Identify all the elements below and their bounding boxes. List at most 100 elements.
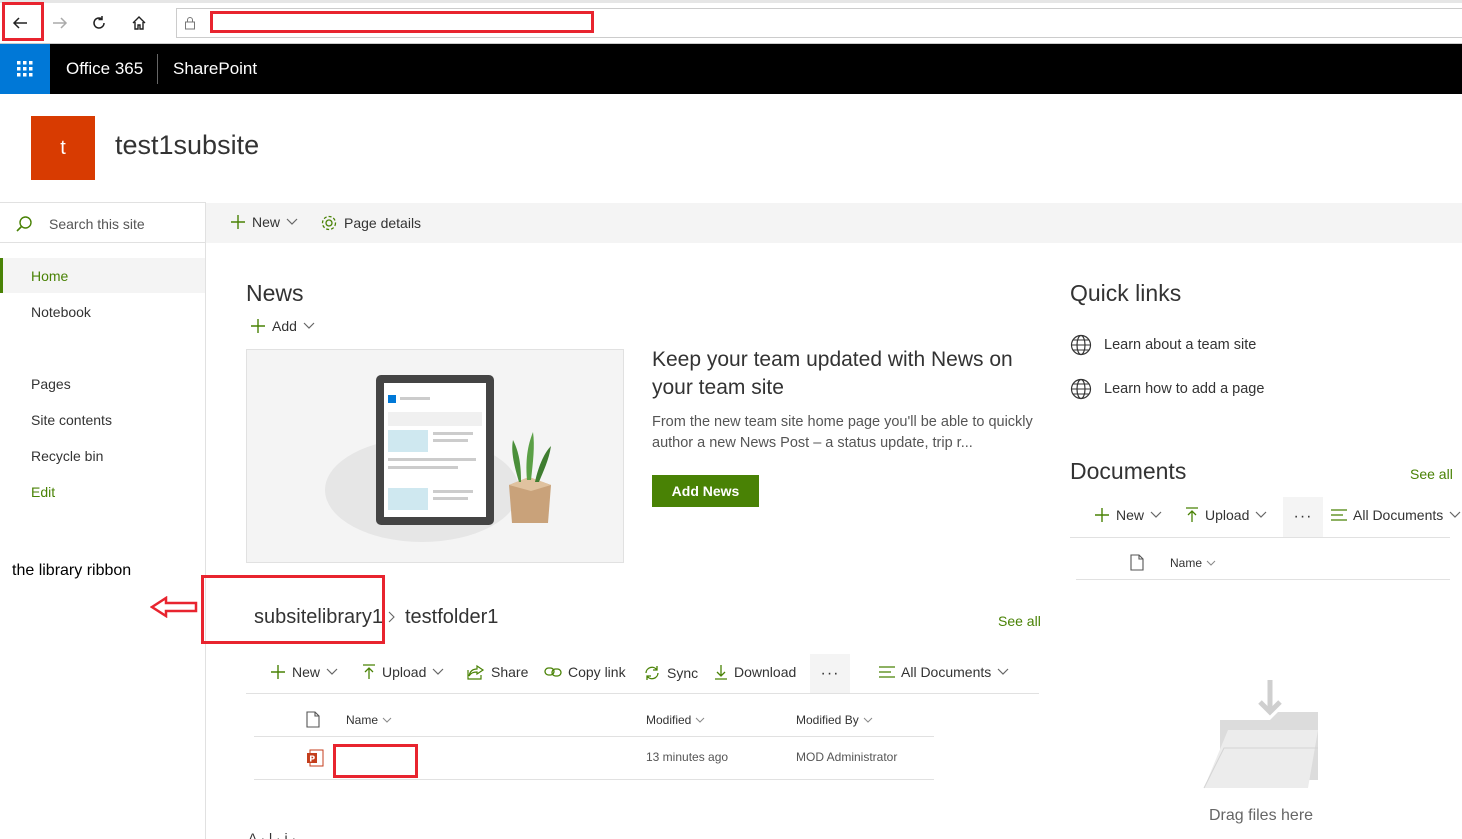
news-add-button[interactable]: Add (250, 318, 315, 334)
library-new-label: New (292, 664, 321, 680)
empty-folder-illustration (1200, 680, 1322, 790)
library-download-button[interactable]: Download (714, 664, 796, 680)
file-modified-by: MOD Administrator (796, 750, 898, 764)
library-new-button[interactable]: New (270, 664, 338, 680)
documents-header-divider (1076, 579, 1450, 580)
chevron-down-icon (997, 668, 1009, 675)
library-toolbar-divider (246, 693, 1039, 694)
library-copy-link-label: Copy link (568, 664, 626, 680)
svg-text:P: P (309, 755, 315, 764)
annotation-box-filename (333, 744, 418, 778)
documents-new-label: New (1116, 507, 1145, 523)
documents-more-button[interactable]: ··· (1283, 497, 1323, 537)
news-headline[interactable]: Keep your team updated with News on your… (652, 346, 1032, 402)
news-description: From the new team site home page you'll … (652, 414, 1033, 451)
nav-item-site-contents[interactable]: Site contents (31, 412, 112, 428)
forward-button[interactable] (44, 7, 76, 39)
quick-link-1[interactable]: Learn about a team site (1070, 334, 1256, 356)
tablet-plant-illustration (325, 375, 551, 542)
site-logo[interactable]: t (31, 116, 95, 180)
list-view-icon (879, 666, 895, 678)
library-view-selector[interactable]: All Documents (879, 664, 1009, 680)
browser-toolbar (0, 0, 1462, 44)
documents-view-label: All Documents (1353, 507, 1444, 523)
suite-app-name[interactable]: SharePoint (173, 44, 257, 94)
nav-item-notebook[interactable]: Notebook (31, 304, 91, 320)
chevron-down-icon (382, 717, 392, 723)
library-see-all-link[interactable]: See all (998, 613, 1041, 629)
library-upload-button[interactable]: Upload (362, 664, 444, 680)
library-sync-button[interactable]: Sync (643, 664, 698, 682)
home-button[interactable] (123, 7, 155, 39)
chevron-down-icon (326, 668, 338, 675)
file-type-icon (1130, 554, 1144, 571)
quick-link-2-label: Learn how to add a page (1104, 381, 1265, 397)
new-page-label: New (252, 214, 281, 230)
annotation-arrow-icon (150, 596, 198, 618)
bottom-partial-text: A · l · i · (248, 830, 297, 839)
plus-icon (251, 319, 265, 333)
library-share-button[interactable]: Share (467, 664, 528, 680)
site-logo-letter: t (60, 136, 66, 159)
documents-view-selector[interactable]: All Documents (1331, 507, 1461, 523)
lock-icon (184, 16, 196, 30)
breadcrumb-library[interactable]: subsitelibrary1 (254, 606, 383, 629)
suite-divider (157, 54, 158, 84)
chevron-down-icon (303, 322, 315, 329)
nav-item-recycle-bin[interactable]: Recycle bin (31, 448, 103, 464)
nav-item-home[interactable]: Home (31, 268, 68, 284)
library-more-button[interactable]: ··· (810, 654, 850, 694)
library-col-name[interactable]: Name (346, 713, 392, 727)
documents-new-button[interactable]: New (1094, 507, 1162, 523)
library-upload-label: Upload (382, 664, 427, 680)
gear-icon (321, 215, 337, 231)
library-download-label: Download (734, 664, 797, 680)
refresh-icon (93, 16, 105, 29)
news-illustration (246, 349, 624, 563)
library-col-modified-label: Modified (646, 713, 692, 727)
nav-item-edit[interactable]: Edit (31, 484, 55, 500)
refresh-button[interactable] (83, 7, 115, 39)
search-input[interactable]: Search this site (49, 216, 145, 232)
annotation-text: the library ribbon (12, 562, 132, 579)
left-navigation: Search this site Home Notebook Pages Sit… (0, 202, 206, 839)
plus-icon (271, 665, 285, 679)
chevron-down-icon (286, 218, 298, 225)
quick-link-1-label: Learn about a team site (1104, 337, 1257, 353)
documents-upload-button[interactable]: Upload (1185, 507, 1267, 523)
page-command-bar: New Page details (206, 203, 1462, 243)
quick-links-title: Quick links (1070, 280, 1182, 306)
new-page-button[interactable]: New (230, 214, 298, 230)
search-box[interactable]: Search this site (0, 202, 205, 243)
site-title[interactable]: test1subsite (115, 130, 259, 161)
nav-item-pages[interactable]: Pages (31, 376, 71, 392)
page-details-button[interactable]: Page details (320, 214, 421, 232)
documents-see-all-link[interactable]: See all (1410, 466, 1453, 482)
list-view-icon (1331, 509, 1347, 521)
library-col-modified-by[interactable]: Modified By (796, 713, 873, 727)
library-col-name-label: Name (346, 713, 379, 727)
chevron-down-icon (1255, 511, 1267, 518)
breadcrumb-folder[interactable]: testfolder1 (405, 606, 498, 629)
app-launcher-button[interactable] (0, 44, 50, 94)
annotation-box-address (210, 11, 594, 33)
library-col-modified[interactable]: Modified (646, 713, 705, 727)
library-col-modified-by-label: Modified By (796, 713, 859, 727)
library-sync-label: Sync (667, 665, 699, 681)
suite-brand[interactable]: Office 365 (66, 44, 143, 94)
chevron-down-icon (1206, 560, 1216, 566)
chevron-right-icon (388, 611, 396, 623)
globe-icon (1070, 378, 1092, 400)
library-copy-link-button[interactable]: Copy link (544, 664, 626, 680)
documents-col-name[interactable]: Name (1170, 556, 1216, 570)
plus-icon (1095, 508, 1109, 522)
add-news-button[interactable]: Add News (652, 475, 759, 507)
chevron-down-icon (432, 668, 444, 675)
news-add-label: Add (272, 318, 297, 334)
quick-link-2[interactable]: Learn how to add a page (1070, 378, 1264, 400)
link-icon (544, 667, 562, 677)
library-view-label: All Documents (901, 664, 992, 680)
documents-toolbar-divider (1070, 537, 1450, 538)
upload-icon (1186, 507, 1198, 522)
download-icon (715, 665, 727, 680)
